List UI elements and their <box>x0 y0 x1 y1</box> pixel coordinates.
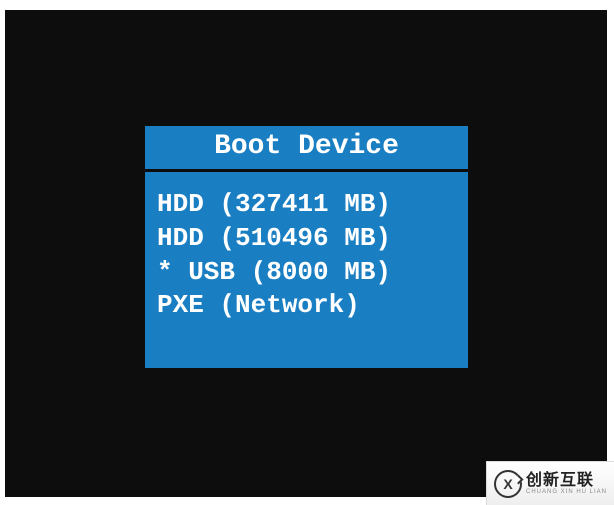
boot-item-pxe[interactable]: PXE (Network) <box>157 289 456 323</box>
watermark-main-text: 创新互联 <box>526 473 607 489</box>
watermark-sub-text: CHUANG XIN HU LIAN <box>526 489 607 495</box>
watermark-logo-icon: X <box>494 470 522 498</box>
boot-item-hdd-1[interactable]: HDD (327411 MB) <box>157 188 456 222</box>
boot-device-menu: Boot Device HDD (327411 MB) HDD (510496 … <box>145 126 468 368</box>
boot-menu-title: Boot Device <box>145 126 468 172</box>
boot-item-hdd-2[interactable]: HDD (510496 MB) <box>157 222 456 256</box>
watermark-text: 创新互联 CHUANG XIN HU LIAN <box>526 473 607 495</box>
bios-screen: Boot Device HDD (327411 MB) HDD (510496 … <box>5 10 607 497</box>
boot-device-list: HDD (327411 MB) HDD (510496 MB) * USB (8… <box>145 172 468 368</box>
watermark-badge: X 创新互联 CHUANG XIN HU LIAN <box>486 461 614 505</box>
boot-item-usb[interactable]: * USB (8000 MB) <box>157 256 456 290</box>
